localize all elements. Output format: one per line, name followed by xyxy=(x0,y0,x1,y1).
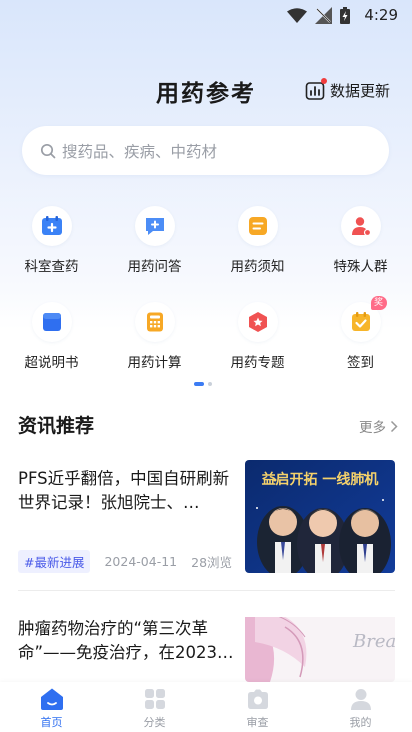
feature-medication-qa[interactable]: 用药问答 xyxy=(103,206,206,275)
article-views: 28浏览 xyxy=(191,555,233,570)
feature-department-medicine[interactable]: 科室查药 xyxy=(0,206,103,275)
feature-special-population[interactable]: 特殊人群 xyxy=(309,206,412,275)
thumbnail-caption: 益启开拓 一线肺机 xyxy=(262,471,379,488)
feature-label: 用药计算 xyxy=(127,355,182,371)
home-icon xyxy=(40,688,63,710)
feature-label: 签到 xyxy=(347,355,374,371)
article-divider xyxy=(18,590,395,591)
tab-review[interactable]: 审查 xyxy=(206,682,309,732)
news-article-1[interactable]: PFS近乎翻倍，中国自研刷新世界记录！张旭院士、… #最新进展 2024-04-… xyxy=(18,460,395,582)
topic-badge-icon xyxy=(237,302,278,342)
article-title: PFS近乎翻倍，中国自研刷新世界记录！张旭院士、… xyxy=(18,469,230,512)
reward-badge: 奖 xyxy=(370,296,387,310)
feature-label: 用药专题 xyxy=(230,355,285,371)
article-title: 肿瘤药物治疗的“第三次革命”——免疫治疗，在2023… xyxy=(18,619,234,662)
battery-charging-icon xyxy=(340,6,351,24)
feature-off-label[interactable]: 超说明书 xyxy=(0,302,103,371)
notification-dot xyxy=(320,77,327,84)
article-meta: #最新进展 2024-04-11 28浏览 xyxy=(18,550,232,573)
tab-category[interactable]: 分类 xyxy=(103,682,206,732)
feature-grid-row-2: 超说明书 用药计算 用药专题 奖 签到 xyxy=(0,296,412,371)
no-signal-icon xyxy=(315,6,333,24)
checkin-icon: 奖 xyxy=(340,296,387,342)
data-update-button[interactable]: 数据更新 xyxy=(305,77,390,101)
chart-icon xyxy=(305,77,327,101)
tab-profile[interactable]: 我的 xyxy=(309,682,412,732)
section-title: 资讯推荐 xyxy=(18,415,95,437)
article-thumbnail: 益启开拓 一线肺机 xyxy=(245,460,395,573)
feature-medication-topic[interactable]: 用药专题 xyxy=(206,302,309,371)
feature-checkin[interactable]: 奖 签到 xyxy=(309,296,412,371)
feature-label: 科室查药 xyxy=(24,259,79,275)
article-thumbnail: Brea CANC xyxy=(245,617,395,682)
tab-label: 审查 xyxy=(246,716,269,729)
pager-dot xyxy=(208,382,212,386)
more-label: 更多 xyxy=(359,420,386,436)
camera-scan-icon xyxy=(247,689,268,709)
bottom-tab-bar: 首页 分类 审查 我的 xyxy=(0,682,412,732)
status-bar: 4:29 xyxy=(0,0,412,30)
more-link[interactable]: 更多 xyxy=(359,416,398,436)
off-label-icon xyxy=(31,302,72,342)
grid-pager xyxy=(194,382,212,386)
news-article-2[interactable]: 肿瘤药物治疗的“第三次革命”——免疫治疗，在2023… Brea CANC xyxy=(18,617,395,682)
article-tag[interactable]: #最新进展 xyxy=(18,550,91,573)
feature-label: 用药问答 xyxy=(127,259,182,275)
feature-grid-row-1: 科室查药 用药问答 用药须知 特殊人群 xyxy=(0,206,412,275)
data-update-label: 数据更新 xyxy=(329,82,390,100)
search-icon xyxy=(40,143,56,158)
tab-home[interactable]: 首页 xyxy=(0,682,103,732)
wifi-icon xyxy=(287,7,308,23)
qa-chat-icon xyxy=(134,206,175,246)
thumbnail-caption: Brea CANC xyxy=(352,631,395,652)
tab-label: 首页 xyxy=(40,716,63,729)
status-time: 4:29 xyxy=(364,6,398,24)
news-section-header: 资讯推荐 更多 xyxy=(18,410,398,440)
tab-label: 我的 xyxy=(349,716,372,729)
grid-icon xyxy=(144,689,165,709)
feature-medication-notice[interactable]: 用药须知 xyxy=(206,206,309,275)
notice-icon xyxy=(237,206,278,246)
feature-dose-calculator[interactable]: 用药计算 xyxy=(103,302,206,371)
special-people-icon xyxy=(340,206,381,246)
app-header: 用药参考 数据更新 xyxy=(0,70,412,114)
feature-label: 用药须知 xyxy=(230,259,285,275)
chevron-right-icon xyxy=(390,420,398,432)
calculator-icon xyxy=(134,302,175,342)
feature-label: 超说明书 xyxy=(24,355,79,371)
search-placeholder: 搜药品、疾病、中药材 xyxy=(62,142,218,161)
feature-label: 特殊人群 xyxy=(333,259,388,275)
tab-label: 分类 xyxy=(143,716,166,729)
user-icon xyxy=(350,689,371,710)
department-medicine-icon xyxy=(31,206,72,246)
pager-dot-active xyxy=(194,382,204,386)
article-date: 2024-04-11 xyxy=(104,554,178,569)
search-input[interactable]: 搜药品、疾病、中药材 xyxy=(22,126,389,175)
